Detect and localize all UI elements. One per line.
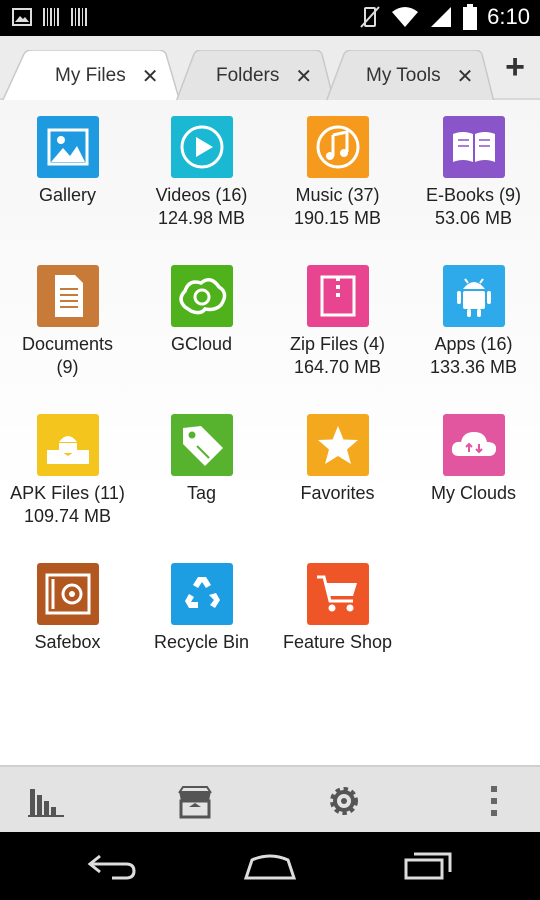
signal-icon [431, 7, 452, 27]
recents-button[interactable] [402, 850, 454, 887]
tile-label: APK Files (11) [10, 483, 125, 503]
tab-label: Folders [216, 65, 280, 86]
gcloud-icon [170, 265, 233, 327]
tile-size: 133.36 MB [429, 357, 518, 377]
tile-label: Tag [186, 483, 217, 503]
tile-size: 109.74 MB [23, 506, 112, 526]
home-button[interactable] [242, 850, 298, 887]
back-icon [87, 854, 136, 880]
tile-label: Recycle Bin [153, 632, 250, 652]
add-tab-button[interactable]: + [500, 50, 530, 84]
settings-button[interactable] [324, 781, 364, 821]
tile-videos[interactable]: Videos (16) 124.98 MB [134, 116, 269, 230]
back-button[interactable] [86, 850, 138, 887]
close-icon[interactable]: ✕ [295, 64, 312, 89]
tile-gallery[interactable]: Gallery [0, 116, 135, 207]
tile-size: 164.70 MB [293, 357, 382, 377]
tab-folders[interactable]: Folders ✕ [176, 50, 334, 102]
android-icon [442, 265, 505, 327]
tile-my-clouds[interactable]: My Clouds [406, 414, 540, 505]
tile-safebox[interactable]: Safebox [0, 563, 135, 654]
tile-size: (9) [56, 357, 79, 377]
analysis-button[interactable] [26, 781, 66, 821]
file-category-grid: Gallery Videos (16) 124.98 MB Music (37)… [0, 100, 540, 765]
apk-icon [36, 414, 99, 476]
cloud-icon [442, 414, 505, 476]
status-bar: 6:10 [0, 0, 540, 36]
tile-size: 190.15 MB [293, 208, 382, 228]
video-icon [170, 116, 233, 178]
settings-icon [330, 787, 358, 815]
tile-label: Videos (16) [155, 185, 248, 205]
tile-label: Feature Shop [282, 632, 393, 652]
bottom-toolbar [0, 765, 540, 832]
battery-icon [463, 4, 478, 30]
cart-icon [306, 563, 369, 625]
document-icon [36, 265, 99, 327]
tile-label: GCloud [170, 334, 233, 354]
tile-ebooks[interactable]: E-Books (9) 53.06 MB [406, 116, 540, 230]
tile-label: Apps (16) [434, 334, 513, 354]
barcode-icon [43, 8, 59, 26]
tile-tag[interactable]: Tag [134, 414, 269, 505]
tile-recycle-bin[interactable]: Recycle Bin [134, 563, 269, 654]
store-icon [178, 786, 212, 819]
tag-icon [170, 414, 233, 476]
tile-label: Music (37) [295, 185, 380, 205]
tab-label: My Files [55, 65, 126, 86]
tile-size: 124.98 MB [157, 208, 246, 228]
tile-zip-files[interactable]: Zip Files (4) 164.70 MB [270, 265, 405, 379]
tile-size: 53.06 MB [434, 208, 513, 228]
clock: 6:10 [487, 4, 530, 29]
zip-icon [306, 265, 369, 327]
tile-label: Documents [21, 334, 114, 354]
gallery-icon [36, 116, 99, 178]
tab-my-tools[interactable]: My Tools ✕ [326, 50, 494, 102]
tile-label: E-Books (9) [425, 185, 522, 205]
tile-label: Gallery [38, 185, 96, 205]
status-left-icons [12, 7, 88, 27]
wifi-icon [392, 7, 419, 27]
system-nav-bar [0, 832, 540, 900]
tile-apps[interactable]: Apps (16) 133.36 MB [406, 265, 540, 379]
overflow-menu-icon [491, 786, 497, 816]
tile-favorites[interactable]: Favorites [270, 414, 405, 505]
analysis-icon [28, 789, 64, 817]
recycle-icon [170, 563, 233, 625]
gallery-notification-icon [12, 8, 32, 26]
tile-gcloud[interactable]: GCloud [134, 265, 269, 356]
overflow-menu-button[interactable] [474, 781, 514, 821]
tab-my-files[interactable]: My Files ✕ [2, 50, 180, 102]
tile-label: Favorites [300, 483, 375, 503]
tile-label: My Clouds [430, 483, 517, 503]
tile-music[interactable]: Music (37) 190.15 MB [270, 116, 405, 230]
tab-label: My Tools [366, 65, 441, 86]
tile-label: Safebox [34, 632, 101, 652]
recents-icon [404, 852, 452, 880]
tile-documents[interactable]: Documents (9) [0, 265, 135, 379]
book-icon [442, 116, 505, 178]
safebox-icon [36, 563, 99, 625]
tab-bar: My Files ✕ Folders ✕ My Tools ✕ + [0, 36, 540, 102]
vibrate-mute-icon [360, 6, 380, 28]
home-icon [243, 854, 297, 880]
tile-label: Zip Files (4) [289, 334, 385, 354]
store-button[interactable] [175, 781, 215, 821]
music-icon [306, 116, 369, 178]
close-icon[interactable]: ✕ [457, 64, 474, 89]
close-icon[interactable]: ✕ [142, 64, 159, 89]
status-right-icons: 6:10 [359, 4, 530, 30]
star-icon [306, 414, 369, 476]
barcode-icon [71, 8, 87, 26]
tile-apk-files[interactable]: APK Files (11) 109.74 MB [0, 414, 135, 528]
tile-feature-shop[interactable]: Feature Shop [270, 563, 405, 654]
